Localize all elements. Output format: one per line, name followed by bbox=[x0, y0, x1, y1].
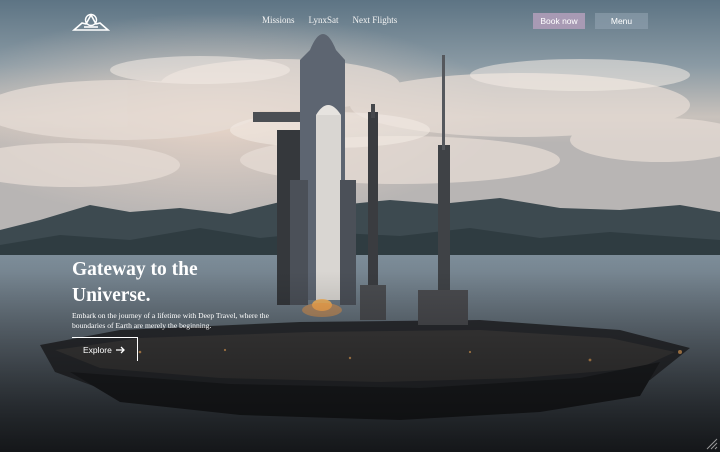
explore-label: Explore bbox=[83, 344, 112, 355]
nav-link-next-flights[interactable]: Next Flights bbox=[353, 15, 398, 25]
arrow-right-icon bbox=[115, 346, 125, 353]
rocket-logo-icon[interactable] bbox=[72, 11, 110, 31]
hero-background-image bbox=[0, 0, 720, 452]
hero-title: Gateway to the Universe. bbox=[72, 257, 272, 309]
hero-title-line-2: Universe. bbox=[72, 285, 151, 306]
hero-section: Missions LynxSat Next Flights Book now M… bbox=[0, 0, 720, 452]
resize-handle-icon[interactable] bbox=[706, 438, 718, 450]
explore-button[interactable]: Explore bbox=[72, 337, 138, 361]
book-now-button[interactable]: Book now bbox=[533, 13, 585, 29]
menu-button[interactable]: Menu bbox=[595, 13, 648, 29]
hero-subtitle: Embark on the journey of a lifetime with… bbox=[72, 311, 269, 330]
hero-title-line-1: Gateway to the bbox=[72, 259, 198, 280]
nav-link-lynxsat[interactable]: LynxSat bbox=[309, 15, 339, 25]
top-navigation: Missions LynxSat Next Flights bbox=[262, 15, 397, 25]
nav-link-missions[interactable]: Missions bbox=[262, 15, 295, 25]
